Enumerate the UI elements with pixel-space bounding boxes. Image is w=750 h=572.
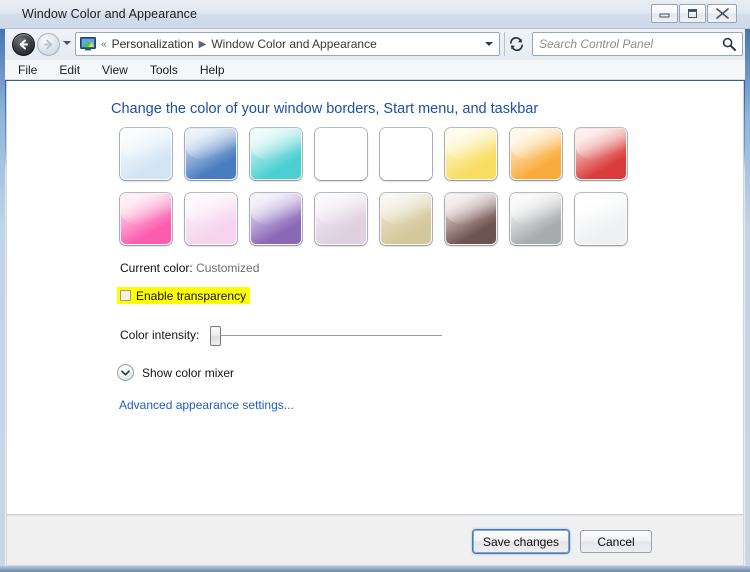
current-color-label: Current color:	[120, 261, 193, 275]
chevron-down-icon[interactable]	[117, 364, 134, 381]
color-intensity-slider-track[interactable]	[212, 335, 442, 336]
enable-transparency-checkbox[interactable]	[120, 290, 131, 301]
menu-item-tools[interactable]: Tools	[150, 63, 178, 77]
show-color-mixer-row[interactable]: Show color mixer	[117, 364, 234, 381]
nav-history-dropdown-icon[interactable]	[63, 41, 71, 45]
color-swatch-rose[interactable]	[185, 193, 237, 245]
menu-item-edit[interactable]: Edit	[59, 63, 80, 77]
cancel-button[interactable]: Cancel	[580, 530, 652, 553]
minimize-button[interactable]	[651, 4, 678, 23]
back-button[interactable]	[12, 33, 35, 56]
color-intensity-row: Color intensity:	[120, 324, 450, 348]
content-pane: Change the color of your window borders,…	[6, 81, 744, 515]
forward-button[interactable]	[37, 33, 60, 56]
search-placeholder: Search Control Panel	[539, 37, 654, 51]
menu-item-view[interactable]: View	[102, 63, 128, 77]
color-swatch-taupe[interactable]	[445, 193, 497, 245]
personalization-icon	[80, 37, 96, 51]
color-swatch-lime[interactable]	[380, 128, 432, 180]
title-bar[interactable]: Window Color and Appearance	[0, 0, 750, 29]
color-swatch-blue[interactable]	[185, 128, 237, 180]
color-swatch-pink[interactable]	[120, 193, 172, 245]
color-swatch-sky[interactable]	[120, 128, 172, 180]
breadcrumb-separator-icon: ▶	[198, 38, 207, 50]
color-swatch-green[interactable]	[315, 128, 367, 180]
menu-bar: File Edit View Tools Help	[5, 60, 745, 80]
breadcrumb-overflow[interactable]: «	[100, 39, 108, 50]
color-swatch-grid	[120, 128, 627, 245]
enable-transparency-row[interactable]: Enable transparency	[117, 287, 251, 304]
color-swatch-graphite[interactable]	[510, 193, 562, 245]
breadcrumb-item-personalization[interactable]: Personalization	[112, 37, 194, 51]
show-color-mixer-label: Show color mixer	[142, 365, 235, 380]
menu-item-file[interactable]: File	[18, 63, 37, 77]
save-changes-button[interactable]: Save changes	[473, 530, 569, 553]
color-swatch-red[interactable]	[575, 128, 627, 180]
breadcrumb-item-window-color[interactable]: Window Color and Appearance	[211, 37, 376, 51]
color-swatch-lavender[interactable]	[315, 193, 367, 245]
window-border-right	[745, 0, 750, 572]
window-frame: Window Color and Appearance « Personaliz…	[0, 0, 750, 572]
search-input[interactable]: Search Control Panel	[532, 32, 743, 56]
maximize-button[interactable]	[679, 4, 706, 23]
enable-transparency-label: Enable transparency	[136, 288, 247, 303]
page-title: Change the color of your window borders,…	[111, 101, 539, 117]
color-swatch-orange[interactable]	[510, 128, 562, 180]
address-bar[interactable]: « Personalization ▶ Window Color and App…	[75, 32, 500, 56]
color-swatch-yellow[interactable]	[445, 128, 497, 180]
color-intensity-slider-thumb[interactable]	[210, 326, 221, 346]
color-swatch-frost[interactable]	[575, 193, 627, 245]
refresh-button[interactable]	[504, 32, 527, 56]
window-border-bottom	[0, 566, 750, 572]
window-border-left	[0, 0, 5, 572]
footer-bar: Save changes Cancel	[6, 515, 744, 566]
color-swatch-teal[interactable]	[250, 128, 302, 180]
current-color-value: Customized	[196, 261, 260, 275]
close-button[interactable]	[707, 4, 737, 23]
address-dropdown-icon[interactable]	[485, 42, 493, 46]
search-icon[interactable]	[722, 37, 736, 51]
window-title: Window Color and Appearance	[22, 7, 198, 21]
menu-item-help[interactable]: Help	[200, 63, 225, 77]
navigation-bar: « Personalization ▶ Window Color and App…	[5, 29, 745, 60]
color-swatch-khaki[interactable]	[380, 193, 432, 245]
advanced-appearance-settings-link[interactable]: Advanced appearance settings...	[119, 398, 294, 412]
color-intensity-label: Color intensity:	[120, 328, 200, 342]
current-color-row: Current color: Customized	[120, 261, 259, 275]
color-swatch-violet[interactable]	[250, 193, 302, 245]
